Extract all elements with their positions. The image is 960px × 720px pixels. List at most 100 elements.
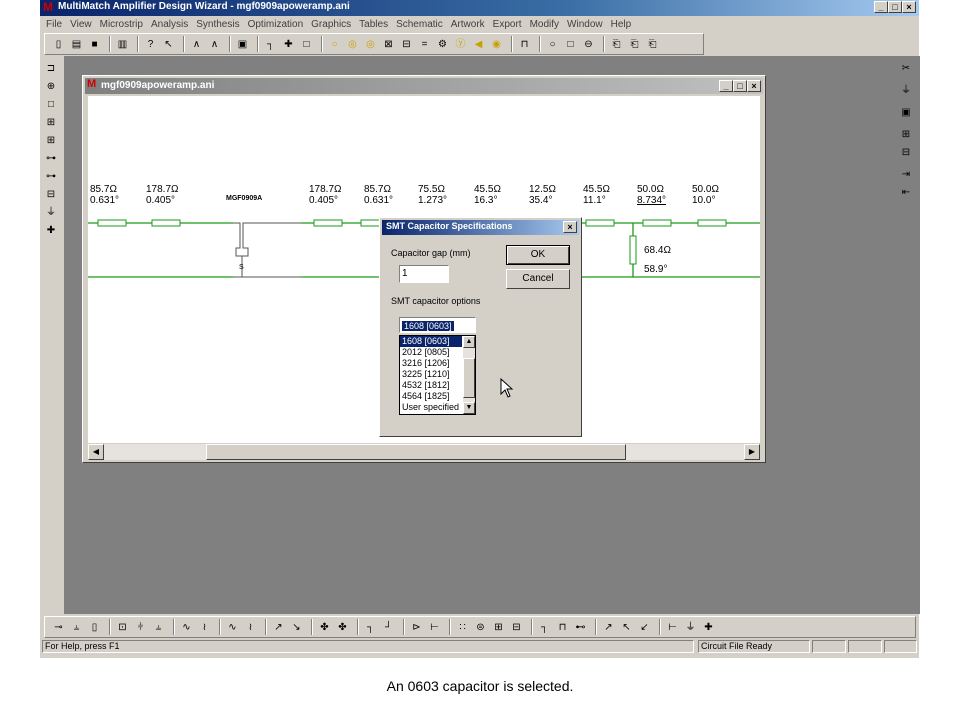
inductor-icon[interactable]: ∿	[179, 620, 194, 635]
menu-microstrip[interactable]: Microstrip	[100, 19, 143, 30]
cancel-button[interactable]: Cancel	[506, 269, 570, 289]
series-inductor-icon[interactable]: ∿	[225, 620, 240, 635]
cross-icon[interactable]: ✚	[281, 37, 296, 52]
ground-icon[interactable]: ⏚	[42, 204, 60, 222]
resistor-vertical-icon[interactable]: ▯	[87, 620, 102, 635]
node-alt-icon[interactable]: ⊶	[42, 168, 60, 186]
ground-icon[interactable]: ⏚	[683, 620, 698, 635]
gap-input[interactable]: 1	[399, 265, 449, 283]
export-third-icon[interactable]: ⎗	[645, 37, 660, 52]
scroll-up-icon[interactable]: ▲	[463, 336, 475, 348]
circle-minus-icon[interactable]: ⊖	[581, 37, 596, 52]
save-icon[interactable]: ■	[87, 37, 102, 52]
close-button[interactable]: ×	[902, 1, 916, 13]
menu-help[interactable]: Help	[611, 19, 632, 30]
transistor-icon[interactable]: ▣	[235, 37, 250, 52]
diode-icon[interactable]: ⊳	[409, 620, 424, 635]
series-resistor-icon[interactable]: ⊡	[115, 620, 130, 635]
open-folder-icon[interactable]: ▤	[69, 37, 84, 52]
shunt-inductor-icon[interactable]: ≀	[243, 620, 258, 635]
series-capacitor-icon[interactable]: ⫩	[133, 620, 148, 635]
capacitor-combo[interactable]: 1608 [0603]	[399, 317, 476, 333]
list-scroll-thumb[interactable]	[463, 358, 475, 398]
box-icon[interactable]: □	[42, 96, 60, 114]
scroll-right-icon[interactable]: ▶	[744, 444, 760, 460]
square-icon[interactable]: □	[563, 37, 578, 52]
scroll-down-icon[interactable]: ▼	[463, 402, 475, 414]
tee-icon[interactable]: ✤	[317, 620, 332, 635]
y-parameter-icon[interactable]: ⓨ	[453, 37, 468, 52]
schematic-close-button[interactable]: ×	[747, 80, 761, 92]
probe-alt-icon[interactable]: ↖	[619, 620, 634, 635]
ground-icon[interactable]: ⏚	[897, 82, 915, 100]
shunt-capacitor-icon[interactable]: ⫨	[151, 620, 166, 635]
microstrip-icon[interactable]: ∧	[189, 37, 204, 52]
pulse-icon[interactable]: ⊓	[517, 37, 532, 52]
menu-tables[interactable]: Tables	[359, 19, 388, 30]
dot-icon[interactable]: ◉	[489, 37, 504, 52]
scroll-left-icon[interactable]: ◀	[88, 444, 104, 460]
transformer-icon[interactable]: ∷	[455, 620, 470, 635]
smith-chart-icon[interactable]: ○	[327, 37, 342, 52]
maximize-button[interactable]: □	[888, 1, 902, 13]
gap-icon[interactable]: ⊢	[427, 620, 442, 635]
layout-icon[interactable]: ⊟	[399, 37, 414, 52]
stub-icon[interactable]: ┐	[263, 37, 278, 52]
scissors-icon[interactable]: ✂	[897, 60, 915, 78]
print-icon[interactable]: ▥	[115, 37, 130, 52]
menu-synthesis[interactable]: Synthesis	[196, 19, 239, 30]
export-alt-icon[interactable]: ⎗	[627, 37, 642, 52]
help-icon[interactable]: ?	[143, 37, 158, 52]
device-icon[interactable]: ⊟	[42, 186, 60, 204]
probe-icon[interactable]: ↗	[601, 620, 616, 635]
stub-open-icon[interactable]: ┐	[363, 620, 378, 635]
equal-icon[interactable]: =	[417, 37, 432, 52]
zoom-in-icon[interactable]: ⊞	[897, 126, 915, 144]
schematic-minimize-button[interactable]: _	[719, 80, 733, 92]
grid-icon[interactable]: ⊠	[381, 37, 396, 52]
menu-artwork[interactable]: Artwork	[451, 19, 485, 30]
node-icon[interactable]: ⊶	[42, 150, 60, 168]
terminal-icon[interactable]: ⊢	[665, 620, 680, 635]
stub-short-icon[interactable]: ┘	[381, 620, 396, 635]
back-arrow-icon[interactable]: ◀	[471, 37, 486, 52]
menu-graphics[interactable]: Graphics	[311, 19, 351, 30]
box-icon[interactable]: ▣	[897, 104, 915, 122]
menu-modify[interactable]: Modify	[530, 19, 559, 30]
context-help-icon[interactable]: ↖	[161, 37, 176, 52]
menu-analysis[interactable]: Analysis	[151, 19, 188, 30]
menu-export[interactable]: Export	[493, 19, 522, 30]
inductor-vertical-icon[interactable]: ≀	[197, 620, 212, 635]
minimize-button[interactable]: _	[874, 1, 888, 13]
menu-view[interactable]: View	[70, 19, 92, 30]
port-input-icon[interactable]: ⊐	[42, 60, 60, 78]
capacitor-vertical-icon[interactable]: ⫨	[69, 620, 84, 635]
export-icon[interactable]: ⎗	[609, 37, 624, 52]
smt-capacitor-icon[interactable]: ⊟	[509, 620, 524, 635]
arrow-right-icon[interactable]: ⇥	[897, 166, 915, 184]
zoom-out-icon[interactable]: ⊟	[897, 144, 915, 162]
resistor-icon[interactable]: ⊸	[51, 620, 66, 635]
dialog-close-button[interactable]: ×	[563, 221, 577, 233]
scroll-thumb[interactable]	[206, 444, 626, 460]
ok-button[interactable]: OK	[506, 245, 570, 265]
probe-third-icon[interactable]: ↙	[637, 620, 652, 635]
list-scrollbar[interactable]: ▲ ▼	[463, 336, 475, 414]
via-icon[interactable]: ⊜	[473, 620, 488, 635]
gain-circle-icon[interactable]: ◎	[345, 37, 360, 52]
circuit-block-alt-icon[interactable]: ⊞	[42, 132, 60, 150]
pad-icon[interactable]: ⊞	[491, 620, 506, 635]
arrow-left-icon[interactable]: ⇤	[897, 184, 915, 202]
line-icon[interactable]: ⊷	[573, 620, 588, 635]
new-file-icon[interactable]: ▯	[51, 37, 66, 52]
capacitor-list[interactable]: 1608 [0603] 2012 [0805] 3216 [1206] 3225…	[399, 335, 476, 415]
noise-circle-icon[interactable]: ◎	[363, 37, 378, 52]
horizontal-scrollbar[interactable]: ◀ ▶	[88, 444, 760, 460]
microstrip-alt-icon[interactable]: ∧	[207, 37, 222, 52]
step-icon[interactable]: ⊓	[555, 620, 570, 635]
circuit-block-icon[interactable]: ⊞	[42, 114, 60, 132]
component-icon[interactable]: □	[299, 37, 314, 52]
coupled-line-icon[interactable]: ↗	[271, 620, 286, 635]
port-icon[interactable]: ⊕	[42, 78, 60, 96]
menu-optimization[interactable]: Optimization	[248, 19, 304, 30]
